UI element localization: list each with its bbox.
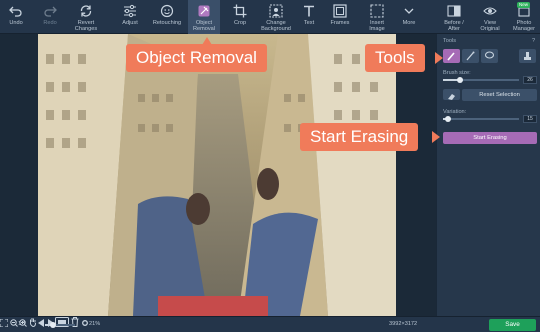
- lasso-icon: [484, 51, 495, 59]
- object-removal-icon: [198, 5, 210, 17]
- callout-arrow: [432, 131, 440, 143]
- revert-changes-button[interactable]: Revert Changes: [70, 0, 102, 34]
- brush-tool-button[interactable]: [443, 49, 460, 63]
- variation-slider[interactable]: [443, 118, 519, 120]
- retouching-button[interactable]: Retouching: [150, 0, 184, 34]
- before-after-icon: [447, 5, 461, 17]
- eye-icon: [483, 7, 497, 15]
- redo-button[interactable]: Redo: [36, 0, 64, 34]
- lasso-tool-button[interactable]: [481, 49, 498, 63]
- variation-value[interactable]: 15: [523, 115, 537, 123]
- photo[interactable]: [38, 34, 396, 316]
- brush-size-knob[interactable]: [457, 77, 463, 83]
- city-photo: [38, 34, 396, 316]
- settings-icon[interactable]: [81, 319, 89, 327]
- eraser-icon: [448, 94, 455, 100]
- crop-button[interactable]: Crop: [226, 0, 254, 34]
- frames-icon: [333, 4, 347, 18]
- hand-icon[interactable]: [29, 317, 37, 328]
- start-erasing-callout-text: Start Erasing: [310, 127, 409, 146]
- callout-arrow: [435, 52, 443, 64]
- retouch-icon: [160, 4, 174, 18]
- change-background-icon: [269, 4, 283, 18]
- frames-button[interactable]: Frames: [326, 0, 354, 34]
- chevron-down-icon: [404, 8, 414, 14]
- brush-size-value[interactable]: 26: [523, 76, 537, 84]
- insert-image-icon: [370, 4, 384, 18]
- image-dimensions: 3992×3172: [389, 321, 418, 327]
- revert-icon: [80, 5, 92, 17]
- tools-label: Tools: [443, 38, 457, 44]
- change-background-button[interactable]: Change Background: [256, 0, 296, 34]
- reset-selection-button[interactable]: Reset Selection: [462, 89, 537, 101]
- before-after-button[interactable]: Before / After: [438, 0, 470, 34]
- zoom-out-icon[interactable]: [9, 319, 18, 327]
- insert-image-button[interactable]: Insert Image: [362, 0, 392, 34]
- save-button[interactable]: Save: [489, 319, 536, 331]
- stamp-tool-button[interactable]: [519, 49, 536, 63]
- magic-wand-icon: [466, 51, 475, 61]
- variation-knob[interactable]: [445, 116, 451, 122]
- object-removal-button[interactable]: Object Removal: [188, 0, 220, 34]
- brush-icon: [447, 52, 455, 61]
- zoom-knob[interactable]: [50, 322, 56, 328]
- text-button[interactable]: Text: [296, 0, 322, 34]
- eraser-tool-button[interactable]: [443, 89, 460, 100]
- new-badge: New: [517, 2, 531, 8]
- brush-size-label: Brush size:: [443, 70, 471, 76]
- stamp-icon: [524, 52, 531, 60]
- more-button[interactable]: More: [396, 0, 422, 34]
- variation-label: Variation:: [443, 109, 467, 115]
- adjust-button[interactable]: Adjust: [114, 0, 146, 34]
- object-removal-callout: Object Removal: [126, 37, 267, 72]
- magic-wand-tool-button[interactable]: [462, 49, 479, 63]
- bottom-bar: 1:1 21% 3992×3172 Save: [0, 316, 540, 332]
- help-icon[interactable]: ?: [532, 38, 535, 44]
- photo-manager-button[interactable]: Photo Manager New: [508, 0, 540, 34]
- main-toolbar: Undo Redo Revert Changes Adjust Retouchi…: [0, 0, 540, 34]
- undo-icon: [9, 6, 22, 17]
- crop-icon: [233, 4, 247, 18]
- view-original-button[interactable]: View Original: [474, 0, 506, 34]
- callout-arrow: [202, 37, 212, 45]
- start-erasing-button[interactable]: Start Erasing: [443, 132, 537, 144]
- actual-size-button[interactable]: 1:1: [18, 321, 26, 327]
- start-erasing-callout: Start Erasing: [300, 123, 440, 151]
- canvas-area[interactable]: [0, 34, 436, 316]
- zoom-level: 21%: [89, 321, 101, 327]
- text-icon: [304, 5, 314, 17]
- tools-callout-text: Tools: [375, 48, 415, 67]
- redo-icon: [44, 6, 57, 17]
- tools-callout: Tools: [365, 44, 443, 72]
- object-removal-panel: Tools ? Brush size: 26 Reset Selection V…: [436, 34, 540, 316]
- object-removal-callout-text: Object Removal: [136, 48, 257, 67]
- sliders-icon: [124, 4, 136, 18]
- undo-button[interactable]: Undo: [2, 0, 30, 34]
- fit-to-screen-icon[interactable]: [0, 318, 9, 328]
